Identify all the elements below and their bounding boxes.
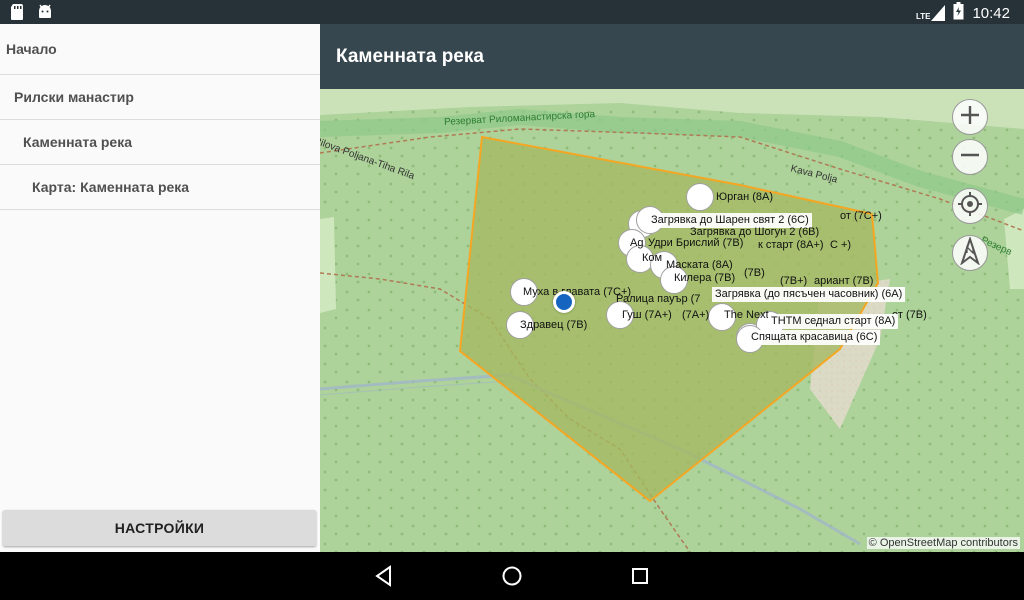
problem-label[interactable]: The Next xyxy=(724,308,769,323)
problem-label[interactable]: С +) xyxy=(830,238,851,253)
recents-button[interactable] xyxy=(628,564,652,588)
problem-label[interactable]: (7А+) xyxy=(682,308,709,323)
clock: 10:42 xyxy=(972,4,1010,22)
problem-label[interactable]: Ком xyxy=(642,251,662,266)
toolbar: Каменната река xyxy=(320,24,1024,89)
zoom-in-icon xyxy=(958,103,982,132)
back-icon xyxy=(372,565,396,592)
drawer-item-label: Карта: Каменната река xyxy=(32,179,190,195)
zoom-in-button[interactable] xyxy=(952,99,988,135)
drawer-item-rila-monastery[interactable]: Рилски манастир xyxy=(0,75,320,120)
drawer-item-kamennata-reka[interactable]: Каменната река xyxy=(0,120,320,165)
android-icon xyxy=(36,3,54,26)
navigation-drawer: Начало Рилски манастир Каменната река Ка… xyxy=(0,24,321,552)
compass-icon xyxy=(958,235,982,270)
map-view[interactable]: Резерват Риломанастирска гора Rilova Pol… xyxy=(320,89,1024,552)
problem-label[interactable]: (7В) xyxy=(744,266,765,281)
drawer-item-map[interactable]: Карта: Каменната река xyxy=(0,165,320,210)
drawer-item-label: Каменната река xyxy=(23,134,133,150)
page-title: Каменната река xyxy=(336,46,484,67)
drawer-item-home[interactable]: Начало xyxy=(0,24,320,75)
status-bar: LTE 10:42 xyxy=(0,0,1024,24)
problem-label[interactable]: Муха в главата (7С+) xyxy=(523,285,631,300)
problem-label[interactable]: Килера (7В) xyxy=(674,271,735,286)
map-attribution: © OpenStreetMap contributors xyxy=(866,537,1020,549)
problem-label[interactable]: от (7С+) xyxy=(840,209,882,224)
problem-label[interactable]: Загрявка (до пясъчен часовник) (6А) xyxy=(712,287,906,302)
problem-label[interactable]: Юрган (8А) xyxy=(716,190,773,205)
problem-label[interactable]: Гуш (7А+) xyxy=(622,308,672,323)
home-button[interactable] xyxy=(500,564,524,588)
my-location-button[interactable] xyxy=(952,188,988,224)
my-location-dot xyxy=(553,291,575,313)
problem-label[interactable]: ТНТМ седнал старт (8А) xyxy=(768,314,899,329)
problem-label[interactable]: Спящата красавица (6С) xyxy=(748,330,881,345)
problem-label[interactable]: Ag xyxy=(630,236,643,251)
recents-icon xyxy=(628,568,652,592)
back-button[interactable] xyxy=(372,564,396,588)
zoom-out-icon xyxy=(958,143,982,172)
problem-label[interactable]: Здравец (7В) xyxy=(520,318,587,333)
problem-label[interactable]: к старт (8А+) xyxy=(758,238,824,253)
signal-icon: LTE xyxy=(916,5,946,21)
home-icon xyxy=(500,566,524,592)
problem-label[interactable]: Ралица пауър (7 xyxy=(616,292,700,307)
settings-button[interactable]: НАСТРОЙКИ xyxy=(3,510,316,546)
system-nav-bar xyxy=(0,552,1024,600)
my-location-icon xyxy=(957,191,983,222)
problem-marker[interactable] xyxy=(686,183,714,211)
sd-card-icon xyxy=(10,3,24,26)
drawer-item-label: Начало xyxy=(6,41,57,57)
problem-label[interactable]: Удри Брислий (7В) xyxy=(648,236,743,251)
network-type: LTE xyxy=(915,12,931,21)
battery-icon xyxy=(953,2,964,24)
zoom-out-button[interactable] xyxy=(952,139,988,175)
compass-button[interactable] xyxy=(952,235,988,271)
drawer-item-label: Рилски манастир xyxy=(14,89,134,105)
